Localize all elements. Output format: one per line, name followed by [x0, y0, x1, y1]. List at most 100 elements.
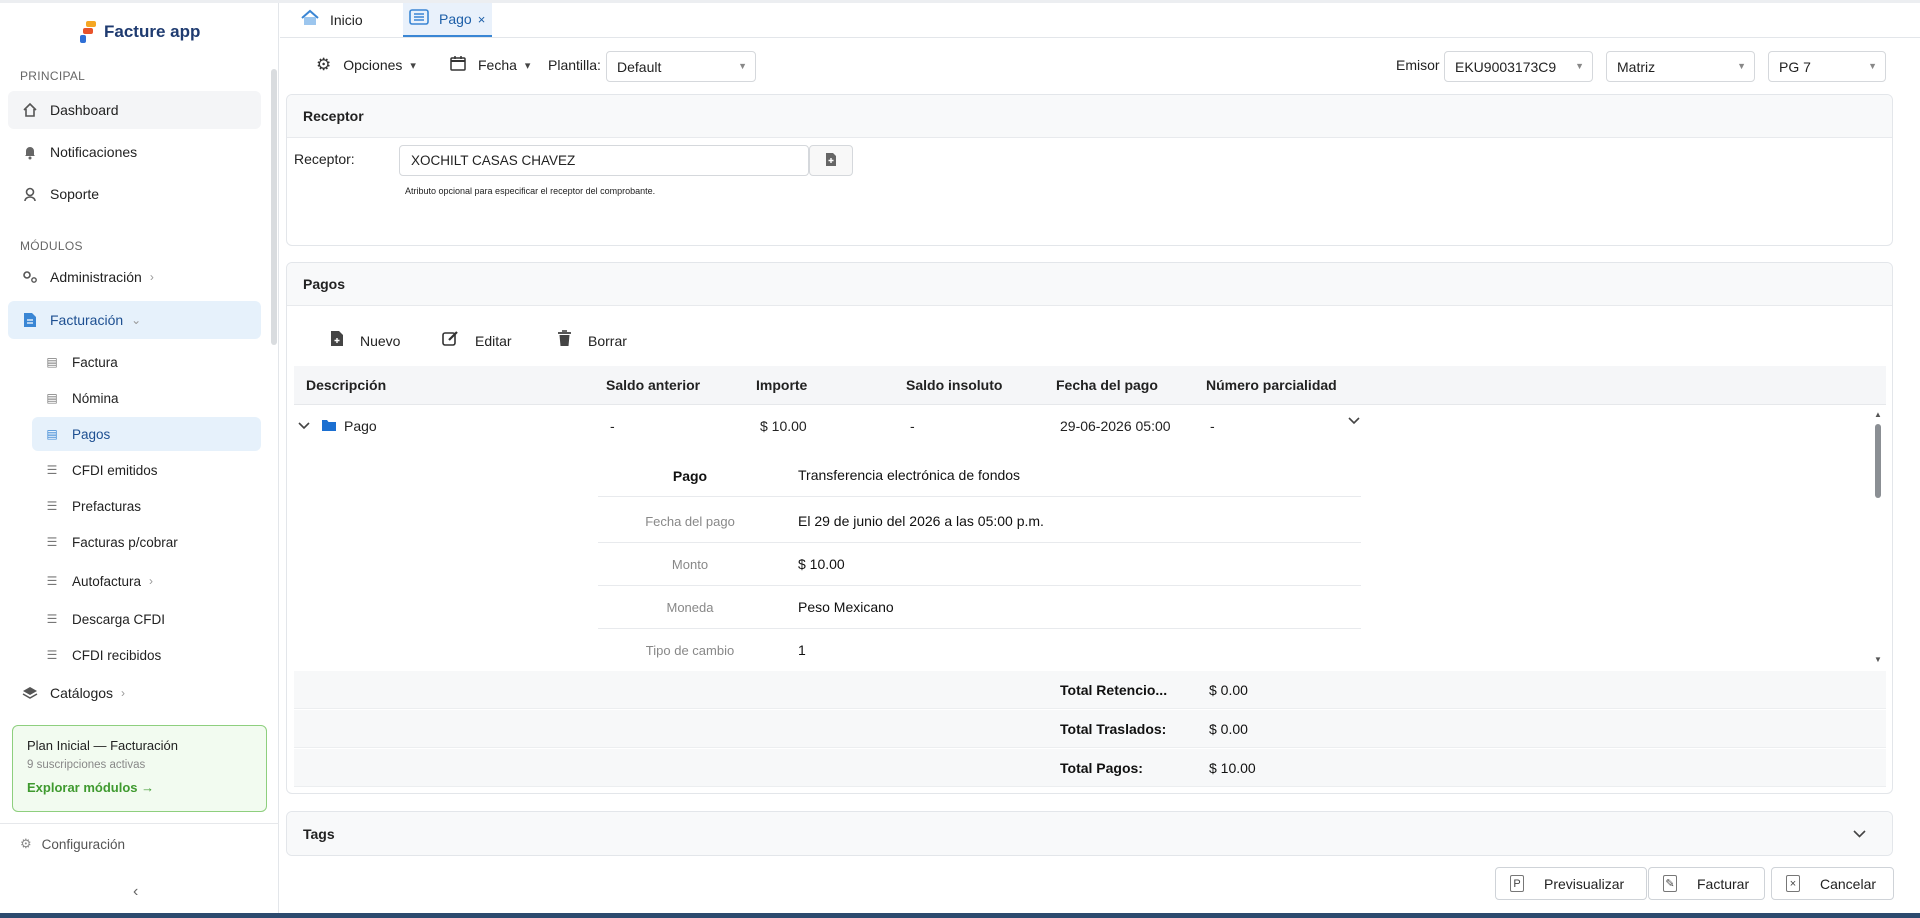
sidebar-subitem-label: Facturas p/cobrar — [72, 534, 178, 550]
previsualizar-button[interactable]: P Previsualizar — [1495, 867, 1647, 900]
fecha-menu[interactable]: Fecha ▾ — [450, 52, 530, 78]
chevron-right-icon: › — [121, 686, 126, 700]
receptor-lookup-button[interactable] — [809, 145, 853, 176]
tab-label: Inicio — [330, 12, 363, 28]
column-header[interactable]: Fecha del pago — [1056, 377, 1158, 393]
section-principal-label: PRINCIPAL — [20, 69, 86, 83]
database-icon: ☰ — [46, 612, 58, 626]
detail-label: Tipo de cambio — [645, 643, 735, 658]
sidebar-item-dashboard[interactable]: Dashboard — [8, 91, 261, 129]
table-scrollbar-thumb[interactable] — [1875, 424, 1881, 498]
column-header[interactable]: Saldo anterior — [606, 377, 700, 393]
sidebar-item-label: Catálogos — [50, 685, 114, 701]
sidebar-item-soporte[interactable]: Soporte — [8, 175, 261, 213]
opciones-menu[interactable]: ⚙ Opciones ▾ — [316, 52, 416, 78]
sidebar-item-label: Facturación — [50, 312, 124, 328]
sidebar-subitem-descarga-cfdi[interactable]: ☰ Descarga CFDI — [32, 602, 261, 636]
sidebar-item-notificaciones[interactable]: Notificaciones — [8, 133, 261, 171]
collapse-sidebar-button[interactable]: ‹ — [133, 883, 138, 901]
editar-button[interactable]: Editar — [442, 329, 512, 353]
nuevo-button[interactable]: Nuevo — [330, 329, 400, 353]
borrar-button[interactable]: Borrar — [557, 329, 627, 353]
detail-value: El 29 de junio del 2026 a las 05:00 p.m. — [798, 513, 1044, 529]
chevron-down-icon[interactable] — [298, 419, 310, 433]
tab-bar: Inicio Pago × — [280, 3, 1920, 38]
table-row[interactable]: Pago — [298, 418, 377, 434]
layers-icon — [20, 683, 40, 703]
serie-select[interactable]: PG 7 ▼ — [1768, 51, 1886, 82]
totals-row: Total Pagos: $ 10.00 — [294, 749, 1886, 787]
bell-icon — [20, 142, 40, 162]
explore-modules-link[interactable]: Explorar módulos → — [27, 780, 252, 795]
cancelar-button[interactable]: × Cancelar — [1771, 867, 1894, 900]
edit-icon — [442, 330, 459, 352]
receptor-input[interactable]: XOCHILT CASAS CHAVEZ — [399, 145, 809, 176]
close-tab-icon[interactable]: × — [478, 12, 486, 27]
detail-value: $ 10.00 — [798, 556, 845, 572]
scroll-down-arrow[interactable]: ▼ — [1874, 655, 1882, 664]
detail-label: Monto — [671, 557, 709, 572]
total-label: Total Retencio... — [1060, 682, 1168, 698]
facturar-button[interactable]: ✎ Facturar — [1648, 867, 1765, 900]
sidebar-subitem-nomina[interactable]: ▤ Nómina — [32, 381, 261, 415]
row-saldo-insoluto: - — [910, 418, 915, 434]
plantilla-label: Plantilla: — [548, 57, 601, 73]
sidebar-subitem-cfdi-emitidos[interactable]: ☰ CFDI emitidos — [32, 453, 261, 487]
sidebar-item-label: Administración — [50, 269, 142, 285]
gears-icon: ⚙ — [20, 836, 32, 851]
tab-pago[interactable]: Pago × — [403, 3, 492, 37]
tags-panel-title: Tags — [287, 812, 1892, 855]
sidebar-subitem-facturas-por-cobrar[interactable]: ☰ Facturas p/cobrar — [32, 525, 261, 559]
sidebar-subitem-factura[interactable]: ▤ Factura — [32, 345, 261, 379]
database-icon: ☰ — [46, 648, 58, 662]
folder-icon — [322, 419, 336, 434]
sucursal-select[interactable]: Matriz ▼ — [1606, 51, 1755, 82]
chevron-right-icon: › — [149, 270, 154, 284]
detail-row: Fecha del pago El 29 de junio del 2026 a… — [598, 500, 1361, 543]
borrar-label: Borrar — [588, 333, 627, 349]
column-header[interactable]: Número parcialidad — [1206, 377, 1337, 393]
document-sign-icon: ✎ — [1663, 875, 1677, 892]
sidebar-item-facturacion[interactable]: Facturación ⌄ — [8, 301, 261, 339]
sidebar-item-configuracion[interactable]: ⚙ Configuración — [20, 836, 125, 852]
bottom-border — [0, 913, 1920, 918]
opciones-label: Opciones — [343, 57, 403, 73]
tab-inicio[interactable]: Inicio — [300, 3, 380, 37]
support-icon — [20, 184, 40, 204]
home-icon — [20, 100, 40, 120]
emisor-select[interactable]: EKU9003173C9 ▼ — [1444, 51, 1593, 82]
sidebar-subitem-pagos[interactable]: ▤ Pagos — [32, 417, 261, 451]
column-header[interactable]: Descripción — [306, 377, 386, 393]
calendar-icon — [450, 55, 466, 76]
sidebar-subitem-prefacturas[interactable]: ☰ Prefacturas — [32, 489, 261, 523]
plantilla-value: Default — [617, 58, 662, 75]
column-header[interactable]: Importe — [756, 377, 807, 393]
plantilla-select[interactable]: Default ▼ — [606, 51, 756, 82]
chevron-down-icon[interactable] — [1853, 826, 1866, 841]
sidebar-subitem-cfdi-recibidos[interactable]: ☰ CFDI recibidos — [32, 638, 261, 672]
row-saldo-anterior: - — [610, 418, 615, 434]
app-logo[interactable]: Facture app — [80, 21, 200, 43]
sidebar-item-label: Notificaciones — [50, 144, 138, 160]
sidebar-subitem-label: Descarga CFDI — [72, 611, 166, 627]
total-value: $ 10.00 — [1209, 760, 1256, 776]
sidebar-subitem-label: Nómina — [72, 390, 119, 406]
editar-label: Editar — [475, 333, 512, 349]
sidebar-subitem-label: Prefacturas — [72, 498, 142, 514]
totals-row: Total Retencio... $ 0.00 — [294, 671, 1886, 709]
gear-icon: ⚙ — [316, 55, 332, 74]
sidebar-item-administracion[interactable]: Administración › — [8, 258, 261, 296]
column-header[interactable]: Saldo insoluto — [906, 377, 1002, 393]
scroll-up-arrow[interactable]: ▲ — [1874, 410, 1882, 419]
sidebar-subitem-label: CFDI recibidos — [72, 647, 162, 663]
sidebar-item-label: Configuración — [41, 836, 125, 852]
serie-value: PG 7 — [1779, 58, 1811, 75]
chevron-down-icon[interactable] — [1348, 414, 1360, 428]
row-descripcion: Pago — [344, 418, 377, 434]
sidebar-scrollbar[interactable] — [271, 69, 277, 345]
sidebar-item-catalogos[interactable]: Catálogos › — [8, 674, 261, 712]
total-label: Total Traslados: — [1060, 721, 1167, 737]
chevron-down-icon: ⌄ — [131, 313, 142, 327]
sidebar-subitem-autofactura[interactable]: ☰ Autofactura › — [32, 564, 261, 598]
tags-panel[interactable]: Tags — [286, 811, 1893, 856]
